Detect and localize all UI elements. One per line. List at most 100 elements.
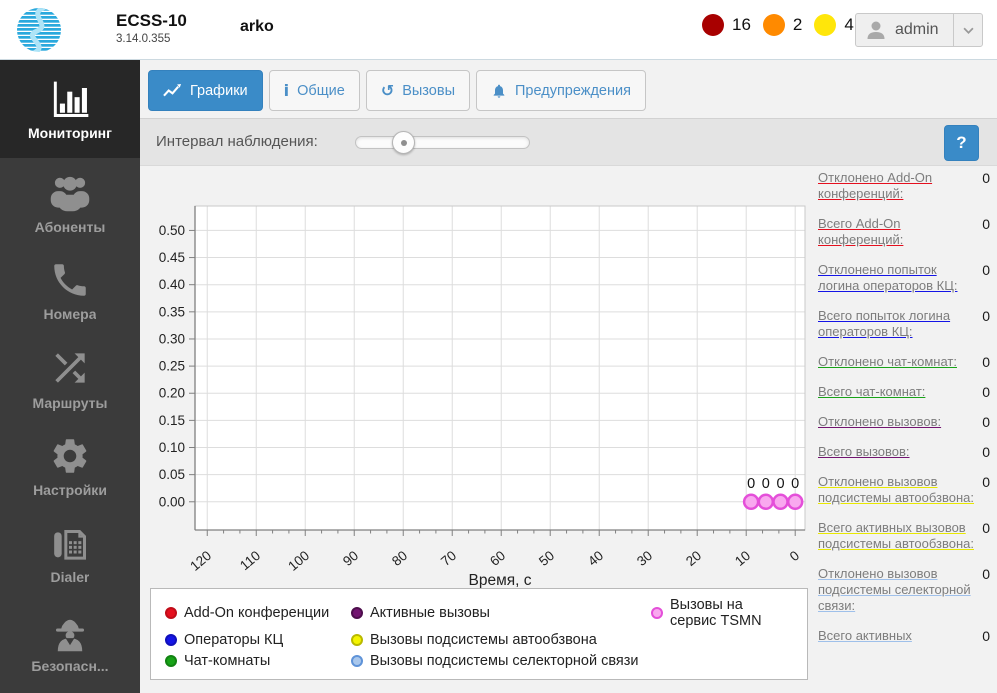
- stat-value: 0: [982, 474, 990, 490]
- svg-text:0: 0: [762, 476, 770, 492]
- series-color-dot: [165, 607, 177, 619]
- stats-panel: Отклонено Add-On конференций: 0 Всего Ad…: [818, 170, 990, 644]
- legend-label: Вызовы подсистемы селекторной связи: [370, 652, 639, 669]
- svg-text:0.05: 0.05: [159, 467, 185, 482]
- stat-row: Отклонено чат-комнат: 0: [818, 354, 990, 370]
- svg-text:0.20: 0.20: [159, 386, 185, 401]
- stat-value: 0: [982, 566, 990, 582]
- sidebar-item-label: Мониторинг: [28, 124, 112, 141]
- svg-text:110: 110: [237, 548, 263, 573]
- sidebar-item-dialer[interactable]: Dialer: [0, 510, 140, 598]
- bar-chart-icon: [53, 81, 89, 117]
- stat-link[interactable]: Всего чат-комнат:: [818, 384, 925, 400]
- stat-value: 0: [982, 628, 990, 644]
- tab-label: Графики: [190, 82, 248, 99]
- svg-text:100: 100: [285, 548, 312, 574]
- info-icon: i: [283, 81, 290, 100]
- legend-item: Операторы КЦ: [165, 632, 351, 648]
- legend-item: Вызовы подсистемы автообзвона: [351, 632, 651, 648]
- tab-charts[interactable]: Графики: [148, 70, 263, 111]
- alert-count: 2: [792, 15, 803, 34]
- spy-icon: [56, 619, 84, 651]
- stat-value: 0: [982, 216, 990, 232]
- sidebar-item-routes[interactable]: Маршруты: [0, 334, 140, 422]
- gear-icon: [53, 438, 87, 473]
- svg-text:10: 10: [732, 548, 753, 569]
- series-color-dot: [651, 607, 663, 619]
- stat-value: 0: [982, 520, 990, 536]
- svg-text:0: 0: [747, 476, 755, 492]
- stat-value: 0: [982, 262, 990, 278]
- stat-link[interactable]: Отклонено вызовов подсистемы автообзвона…: [818, 474, 974, 506]
- legend-item: Вызовы подсистемы селекторной связи: [351, 653, 651, 669]
- svg-text:0.50: 0.50: [159, 223, 185, 238]
- stat-row: Отклонено попыток логина операторов КЦ: …: [818, 262, 990, 294]
- tab-calls[interactable]: ↺ Вызовы: [365, 70, 470, 111]
- app-title: ECSS-10: [116, 11, 187, 30]
- sidebar-item-monitoring[interactable]: Мониторинг: [0, 60, 140, 158]
- user-menu-button[interactable]: admin: [855, 13, 983, 47]
- stat-link[interactable]: Всего активных вызовов подсистемы автооб…: [818, 520, 974, 552]
- sidebar-item-subscribers[interactable]: Абоненты: [0, 158, 140, 246]
- stat-link[interactable]: Всего попыток логина операторов КЦ:: [818, 308, 974, 340]
- line-chart-icon: [163, 83, 182, 98]
- tab-warnings[interactable]: Предупреждения: [476, 70, 646, 111]
- stat-row: Всего чат-комнат: 0: [818, 384, 990, 400]
- tab-bar: Графики i Общие ↺ Вызовы Предупреждения: [148, 70, 646, 111]
- sidebar-item-label: Безопасн...: [31, 657, 109, 674]
- interval-slider[interactable]: [355, 131, 530, 154]
- svg-text:0: 0: [776, 476, 784, 492]
- sidebar-item-security[interactable]: Безопасн...: [0, 598, 140, 686]
- alert-counter[interactable]: 4: [814, 14, 854, 36]
- tab-general[interactable]: i Общие: [268, 70, 360, 111]
- stat-link[interactable]: Отклонено попыток логина операторов КЦ:: [818, 262, 974, 294]
- alert-dot-icon: [762, 14, 785, 36]
- legend-label: Add-On конференции: [184, 605, 330, 621]
- sidebar-item-settings[interactable]: Настройки: [0, 422, 140, 510]
- legend-label: Активные вызовы: [370, 605, 490, 621]
- stat-row: Отклонено вызовов подсистемы селекторной…: [818, 566, 990, 614]
- history-icon: ↺: [380, 81, 395, 100]
- series-color-dot: [351, 654, 363, 667]
- svg-text:0: 0: [791, 476, 799, 492]
- sidebar-item-label: Абоненты: [34, 218, 106, 235]
- stat-link[interactable]: Отклонено вызовов подсистемы селекторной…: [818, 566, 974, 614]
- legend-item: Чат-комнаты: [165, 653, 351, 669]
- stat-link[interactable]: Отклонено вызовов:: [818, 414, 941, 430]
- legend-label: Операторы КЦ: [184, 631, 284, 648]
- stat-link[interactable]: Всего Add-On конференций:: [818, 216, 974, 248]
- sidebar-item-numbers[interactable]: Номера: [0, 246, 140, 334]
- stat-link[interactable]: Отклонено чат-комнат:: [818, 354, 957, 370]
- legend-item: Вызовы на сервис TSMN: [651, 597, 793, 629]
- svg-text:0.25: 0.25: [159, 359, 185, 374]
- chart-legend: Add-On конференции Операторы КЦ Чат-комн…: [150, 588, 808, 680]
- stat-value: 0: [982, 384, 990, 400]
- stat-value: 0: [982, 170, 990, 186]
- sidebar-item-label: Dialer: [50, 568, 90, 585]
- stat-link[interactable]: Всего активных: [818, 628, 912, 644]
- help-button[interactable]: ?: [944, 125, 979, 161]
- svg-text:30: 30: [634, 548, 655, 569]
- chevron-down-icon[interactable]: [954, 27, 982, 34]
- alert-counter[interactable]: 2: [762, 14, 803, 36]
- interval-slider-handle[interactable]: [391, 131, 415, 154]
- svg-text:0: 0: [787, 548, 802, 564]
- tab-label: Общие: [297, 82, 345, 99]
- stat-link[interactable]: Отклонено Add-On конференций:: [818, 170, 974, 202]
- svg-text:20: 20: [683, 548, 704, 569]
- legend-label: Вызовы подсистемы автообзвона: [370, 631, 597, 648]
- stat-value: 0: [982, 414, 990, 430]
- alert-counter[interactable]: 16: [702, 14, 751, 36]
- interval-bar: Интервал наблюдения:: [140, 118, 997, 166]
- header: ECSS-10 3.14.0.355 arko 16 2 4 admin: [0, 0, 997, 60]
- app-window: ECSS-10 3.14.0.355 arko 16 2 4 admin Мон…: [0, 0, 997, 693]
- stat-row: Всего Add-On конференций: 0: [818, 216, 990, 248]
- alert-count: 16: [732, 15, 751, 34]
- sidebar: Мониторинг Абоненты Номера Маршруты Наст…: [0, 60, 140, 693]
- user-icon: [867, 21, 885, 39]
- stat-row: Всего вызовов: 0: [818, 444, 990, 460]
- stat-row: Всего активных вызовов подсистемы автооб…: [818, 520, 990, 552]
- stat-link[interactable]: Всего вызовов:: [818, 444, 910, 460]
- svg-text:70: 70: [438, 548, 459, 569]
- svg-text:0.45: 0.45: [159, 250, 185, 265]
